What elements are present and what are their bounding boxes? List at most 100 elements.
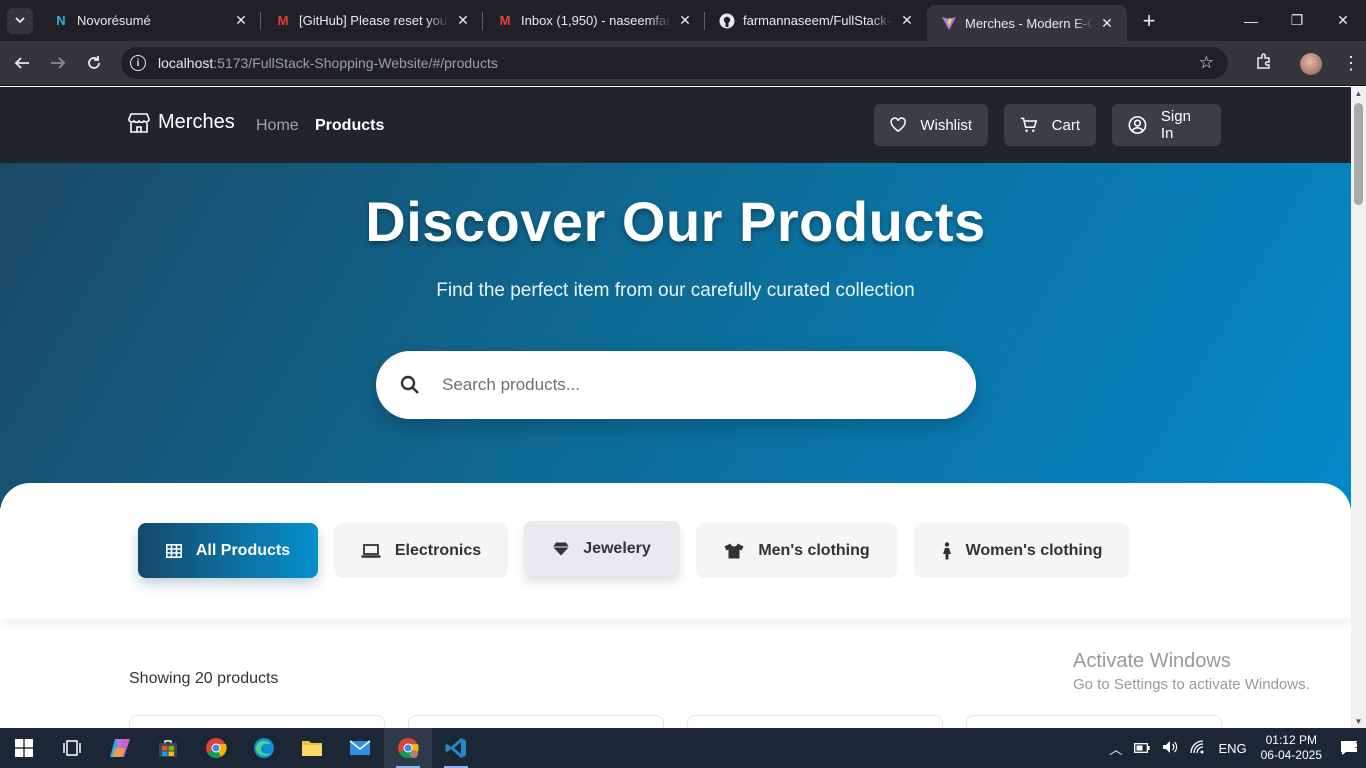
tab-title: Merches - Modern E-Comme (965, 15, 1093, 31)
browser-tab-strip: N Novorésumé ✕ M [GitHub] Please reset y… (0, 0, 1366, 41)
sign-in-label: Sign In (1160, 108, 1191, 142)
browser-tab-inbox[interactable]: M Inbox (1,950) - naseemfarma ✕ (483, 0, 705, 41)
close-icon[interactable]: ✕ (455, 12, 471, 29)
language-indicator[interactable]: ENG (1218, 741, 1246, 756)
tab-search-button[interactable] (7, 7, 33, 34)
reload-button[interactable] (76, 45, 112, 81)
shirt-icon (724, 543, 744, 558)
product-card[interactable] (966, 715, 1222, 728)
bookmark-star-icon[interactable]: ☆ (1199, 53, 1214, 73)
browser-tab-github-reset[interactable]: M [GitHub] Please reset your pa ✕ (261, 0, 483, 41)
laptop-icon (361, 543, 381, 558)
address-bar[interactable]: i localhost:5173/FullStack-Shopping-Webs… (121, 47, 1228, 79)
close-icon[interactable]: ✕ (1099, 15, 1115, 32)
hero-title: Discover Our Products (365, 190, 986, 253)
category-all-products[interactable]: All Products (138, 523, 318, 578)
new-tab-button[interactable]: + (1135, 7, 1163, 35)
chrome-profile-button[interactable] (384, 728, 432, 768)
battery-icon[interactable] (1134, 741, 1151, 756)
chrome-icon (206, 738, 227, 759)
scroll-down-arrow-icon[interactable]: ▼ (1354, 717, 1363, 726)
edge-button[interactable] (240, 728, 288, 768)
close-icon[interactable]: ✕ (677, 12, 693, 29)
copilot-button[interactable] (96, 728, 144, 768)
windows-logo-icon (15, 739, 33, 757)
url-text: localhost:5173/FullStack-Shopping-Websit… (158, 55, 498, 71)
grid-icon (165, 543, 182, 558)
wishlist-label: Wishlist (920, 116, 972, 134)
gmail-icon: M (499, 13, 511, 28)
hero-subtitle: Find the perfect item from our carefully… (436, 280, 915, 301)
windows-taskbar: ︿ ENG 01:12 PM 06-04-2025 1 (0, 728, 1366, 768)
chrome-icon (398, 738, 419, 759)
sign-in-button[interactable]: Sign In (1112, 104, 1221, 146)
hero-section: Discover Our Products Find the perfect i… (0, 163, 1351, 508)
arrow-left-icon (14, 57, 29, 69)
mail-icon (349, 740, 371, 755)
browser-menu-icon[interactable]: ⋮ (1336, 53, 1366, 74)
network-icon[interactable] (1190, 739, 1206, 757)
search-bar[interactable] (376, 351, 976, 419)
category-mens-clothing[interactable]: Men's clothing (696, 523, 898, 578)
extensions-icon[interactable] (1246, 52, 1282, 75)
wishlist-button[interactable]: Wishlist (874, 104, 988, 146)
category-womens-clothing[interactable]: Women's clothing (914, 523, 1130, 578)
novoresume-icon: N (56, 13, 66, 28)
store-icon (128, 112, 150, 133)
profile-avatar[interactable] (1300, 52, 1322, 75)
forward-button[interactable] (40, 45, 76, 81)
minimize-button[interactable]: — (1228, 0, 1274, 41)
close-icon[interactable]: ✕ (899, 12, 915, 29)
heart-icon (890, 117, 906, 132)
back-button[interactable] (4, 45, 40, 81)
category-label: Men's clothing (758, 541, 870, 559)
page-scrollbar[interactable]: ▲ ▼ (1351, 87, 1366, 728)
search-input[interactable] (442, 375, 922, 395)
category-electronics[interactable]: Electronics (334, 523, 508, 578)
restore-button[interactable]: ❐ (1274, 0, 1320, 41)
nav-home-link[interactable]: Home (256, 117, 299, 135)
notification-center-button[interactable]: 1 (1332, 728, 1366, 768)
close-window-button[interactable]: ✕ (1320, 0, 1366, 41)
volume-icon[interactable] (1162, 740, 1178, 757)
tab-title: [GitHub] Please reset your pa (299, 13, 449, 28)
microsoft-store-button[interactable] (144, 728, 192, 768)
clock-date: 06-04-2025 (1260, 748, 1322, 762)
scroll-up-arrow-icon[interactable]: ▲ (1354, 89, 1363, 98)
product-card[interactable] (129, 715, 385, 728)
product-card[interactable] (408, 715, 664, 728)
browser-tab-merches[interactable]: Merches - Modern E-Comme ✕ (927, 5, 1127, 41)
category-jewelery[interactable]: Jewelery (524, 521, 680, 576)
close-icon[interactable]: ✕ (233, 12, 249, 29)
chrome-button[interactable] (192, 728, 240, 768)
window-controls: — ❐ ✕ (1228, 0, 1366, 41)
site-header: Merches Home Products Wishlist Cart Sign… (0, 87, 1351, 163)
vscode-icon (445, 738, 466, 758)
chevron-up-icon[interactable]: ︿ (1109, 739, 1122, 758)
category-label: All Products (195, 541, 291, 559)
brand-name: Merches (158, 111, 235, 133)
gem-icon (553, 542, 570, 555)
start-button[interactable] (0, 728, 48, 768)
clock[interactable]: 01:12 PM 06-04-2025 (1261, 733, 1322, 763)
mail-button[interactable] (336, 728, 384, 768)
nav-products-link[interactable]: Products (315, 117, 384, 135)
person-dress-icon (942, 541, 951, 559)
watermark-title: Activate Windows (1073, 650, 1231, 672)
scrollbar-thumb[interactable] (1354, 103, 1363, 205)
page-viewport: Merches Home Products Wishlist Cart Sign… (0, 87, 1351, 728)
file-explorer-button[interactable] (288, 728, 336, 768)
vite-icon (941, 15, 957, 31)
cart-icon (1020, 117, 1038, 132)
task-view-button[interactable] (48, 728, 96, 768)
cart-label: Cart (1051, 116, 1080, 134)
browser-toolbar: i localhost:5173/FullStack-Shopping-Webs… (0, 41, 1366, 86)
browser-tab-github-repo[interactable]: farmannaseem/FullStack-Sho ✕ (705, 0, 927, 41)
site-info-icon[interactable]: i (130, 55, 146, 71)
browser-tab-novoresume[interactable]: N Novorésumé ✕ (39, 0, 261, 41)
system-tray: ︿ ENG 01:12 PM 06-04-2025 1 (1103, 728, 1366, 768)
cart-button[interactable]: Cart (1004, 104, 1096, 146)
brand-logo[interactable]: Merches (128, 111, 235, 134)
vscode-button[interactable] (432, 728, 480, 768)
product-card[interactable] (687, 715, 943, 728)
